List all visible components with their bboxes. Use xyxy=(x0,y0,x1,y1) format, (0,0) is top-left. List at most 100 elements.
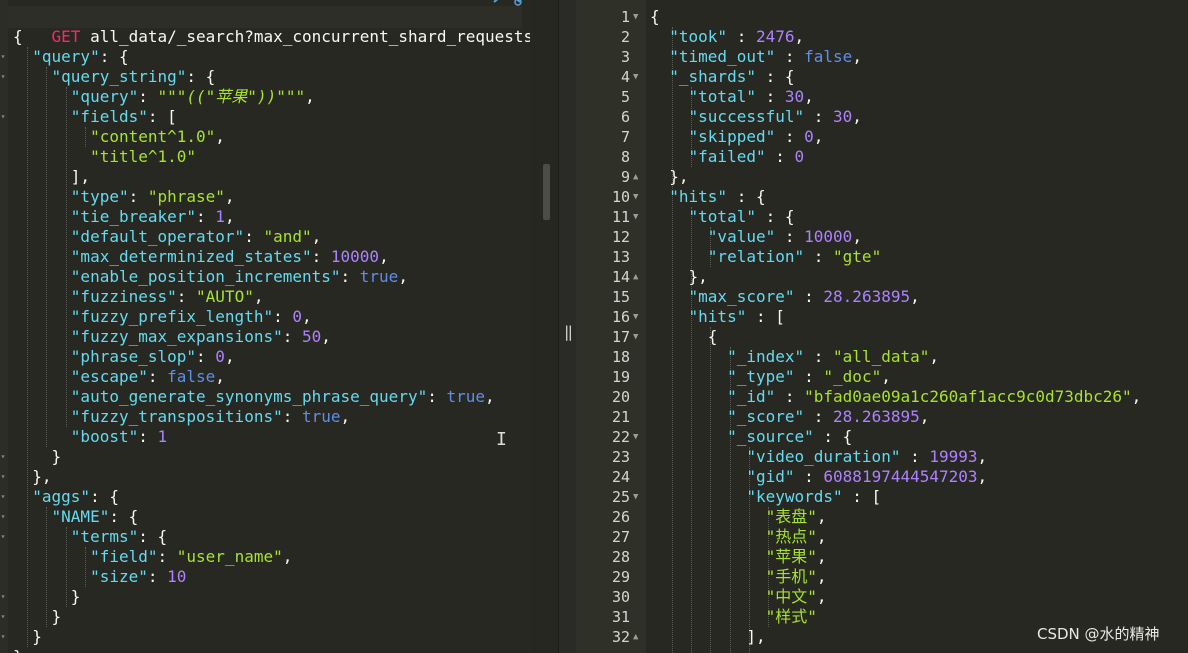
code-token: 10 xyxy=(167,567,187,586)
code-token: , xyxy=(852,107,862,126)
wrench-icon[interactable] xyxy=(490,0,524,6)
request-scrollbar[interactable] xyxy=(543,164,550,220)
code-token: "default_operator" xyxy=(70,227,245,246)
code-line[interactable]: "escape": false, xyxy=(13,367,225,387)
fold-collapse-icon[interactable]: ▲ xyxy=(633,172,638,182)
code-line: }, xyxy=(650,167,688,187)
code-line[interactable]: "boost": 1 xyxy=(13,427,167,447)
code-line[interactable]: "fuzzy_transpositions": true, xyxy=(13,407,350,427)
code-token: "total" xyxy=(688,207,756,226)
fold-expanded-icon[interactable]: ▼ xyxy=(633,312,638,322)
code-token: : xyxy=(794,367,824,386)
code-token: "value" xyxy=(707,227,776,246)
code-line[interactable]: } xyxy=(13,607,62,627)
resize-handle-icon[interactable]: ‖ xyxy=(564,322,573,342)
code-token: "query" xyxy=(32,47,100,66)
code-token: , xyxy=(215,127,225,146)
code-token: : [ xyxy=(147,107,177,126)
code-line[interactable]: "NAME": { xyxy=(13,507,139,527)
code-token: } xyxy=(13,447,62,466)
code-token: , xyxy=(794,27,805,46)
code-line[interactable]: "fuzzy_prefix_length": 0, xyxy=(13,307,312,327)
code-token: , xyxy=(224,207,235,226)
fold-expanded-icon[interactable]: ▼ xyxy=(633,192,638,202)
fold-expanded-icon[interactable]: ▼ xyxy=(633,432,638,442)
code-token: : xyxy=(196,207,216,226)
fold-expanded-icon[interactable]: ▼ xyxy=(633,12,638,22)
request-editor[interactable]: GET all_data/_search?max_concurrent_shar… xyxy=(0,0,530,653)
code-line[interactable]: "field": "user_name", xyxy=(13,547,292,567)
code-token: "hits" xyxy=(688,307,747,326)
code-line[interactable]: "aggs": { xyxy=(13,487,119,507)
response-viewer[interactable]: 1 ▼{2 "took" : 2476, 3 "timed_out" : false… xyxy=(576,0,1188,653)
code-line: "hits" : { xyxy=(650,187,765,207)
line-number: 18 xyxy=(611,348,630,366)
code-line[interactable]: } xyxy=(13,647,23,653)
code-line[interactable]: "fields": [ xyxy=(13,107,177,127)
code-token: : xyxy=(138,427,158,446)
fold-expanded-icon[interactable]: ▼ xyxy=(633,72,638,82)
code-token: } xyxy=(13,647,23,653)
code-token: : xyxy=(804,247,834,266)
code-line[interactable]: "query": """(("苹果"))""", xyxy=(13,87,315,107)
code-token: "title^1.0" xyxy=(90,147,197,166)
code-line[interactable]: "enable_position_increments": true, xyxy=(13,267,408,287)
code-token: "_score" xyxy=(727,407,805,426)
line-number: 26 xyxy=(611,508,630,526)
code-token: : { xyxy=(186,67,216,86)
code-line[interactable]: }, xyxy=(13,467,51,487)
line-number: 8 xyxy=(620,148,630,166)
code-token: false xyxy=(167,367,216,386)
code-token: : { xyxy=(755,67,795,86)
code-line: "_index" : "all_data", xyxy=(650,347,939,367)
code-line[interactable]: "title^1.0" xyxy=(13,147,196,167)
code-line[interactable]: "size": 10 xyxy=(13,567,186,587)
line-number: 25 xyxy=(611,488,630,506)
code-token: , xyxy=(224,187,235,206)
code-token: 19993 xyxy=(929,447,978,466)
code-line: "successful" : 30, xyxy=(650,107,862,127)
code-line[interactable]: "auto_generate_synonyms_phrase_query": t… xyxy=(13,387,495,407)
code-line[interactable]: "query": { xyxy=(13,47,128,67)
fold-expanded-icon[interactable]: ▼ xyxy=(633,332,638,342)
code-token: , xyxy=(816,587,827,606)
code-token: : xyxy=(128,187,148,206)
code-token: 0 xyxy=(804,127,814,146)
fold-expanded-icon[interactable]: ▼ xyxy=(633,212,638,222)
fold-collapse-icon[interactable]: ▲ xyxy=(633,632,638,642)
code-line: "total" : { xyxy=(650,207,795,227)
code-line: "_score" : 28.263895, xyxy=(650,407,929,427)
code-line[interactable]: "default_operator": "and", xyxy=(13,227,321,247)
code-line[interactable]: "content^1.0", xyxy=(13,127,225,147)
code-token: , xyxy=(302,307,312,326)
fold-collapse-icon[interactable]: ▲ xyxy=(633,272,638,282)
code-token: "fields" xyxy=(70,107,148,126)
code-line[interactable]: { xyxy=(13,27,23,47)
code-line[interactable]: "terms": { xyxy=(13,527,167,547)
code-token: "max_determinized_states" xyxy=(70,247,312,266)
code-token: , xyxy=(816,527,827,546)
code-line[interactable]: } xyxy=(13,447,62,467)
code-token: 28.263895 xyxy=(823,287,911,306)
code-line[interactable]: ], xyxy=(13,167,90,187)
code-token: "phrase_slop" xyxy=(70,347,197,366)
code-token: { xyxy=(13,27,23,46)
code-line[interactable]: "max_determinized_states": 10000, xyxy=(13,247,389,267)
code-token: : xyxy=(282,327,302,346)
code-line[interactable]: "fuzziness": "AUTO", xyxy=(13,287,264,307)
fold-expanded-icon[interactable]: ▼ xyxy=(633,492,638,502)
code-line[interactable]: "query_string": { xyxy=(13,67,216,87)
pane-divider[interactable]: ‖ xyxy=(558,0,578,653)
code-token: : xyxy=(196,347,216,366)
request-line[interactable]: GET all_data/_search?max_concurrent_shar… xyxy=(13,7,530,46)
code-line[interactable]: "fuzzy_max_expansions": 50, xyxy=(13,327,331,347)
code-token: : { xyxy=(138,527,168,546)
code-token: "bfad0ae09a1c260af1acc9c0d73dbc26" xyxy=(804,387,1132,406)
